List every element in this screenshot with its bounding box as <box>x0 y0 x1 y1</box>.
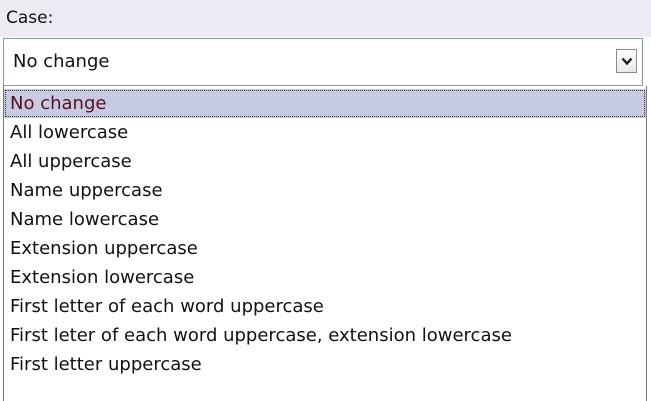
option-name-uppercase[interactable]: Name uppercase <box>4 176 646 205</box>
option-no-change[interactable]: No change <box>4 89 646 118</box>
option-name-lowercase[interactable]: Name lowercase <box>4 205 646 234</box>
option-first-letter-uppercase[interactable]: First letter uppercase <box>4 350 646 379</box>
case-selected-value: No change <box>13 51 110 72</box>
dropdown-button[interactable] <box>616 49 637 73</box>
option-all-lowercase[interactable]: All lowercase <box>4 118 646 147</box>
case-select[interactable]: No change <box>3 38 643 86</box>
case-options-list: No change All lowercase All uppercase Na… <box>3 86 647 401</box>
option-first-letter-each-word-uppercase[interactable]: First letter of each word uppercase <box>4 292 646 321</box>
option-extension-lowercase[interactable]: Extension lowercase <box>4 263 646 292</box>
case-dropdown-panel: Case: No change No change All lowercase … <box>0 0 651 401</box>
chevron-down-icon <box>621 57 633 66</box>
option-first-letter-each-word-uppercase-extension-lowercase[interactable]: First leter of each word uppercase, exte… <box>4 321 646 350</box>
label-band <box>0 0 651 37</box>
option-all-uppercase[interactable]: All uppercase <box>4 147 646 176</box>
option-extension-uppercase[interactable]: Extension uppercase <box>4 234 646 263</box>
case-label: Case: <box>6 8 54 28</box>
